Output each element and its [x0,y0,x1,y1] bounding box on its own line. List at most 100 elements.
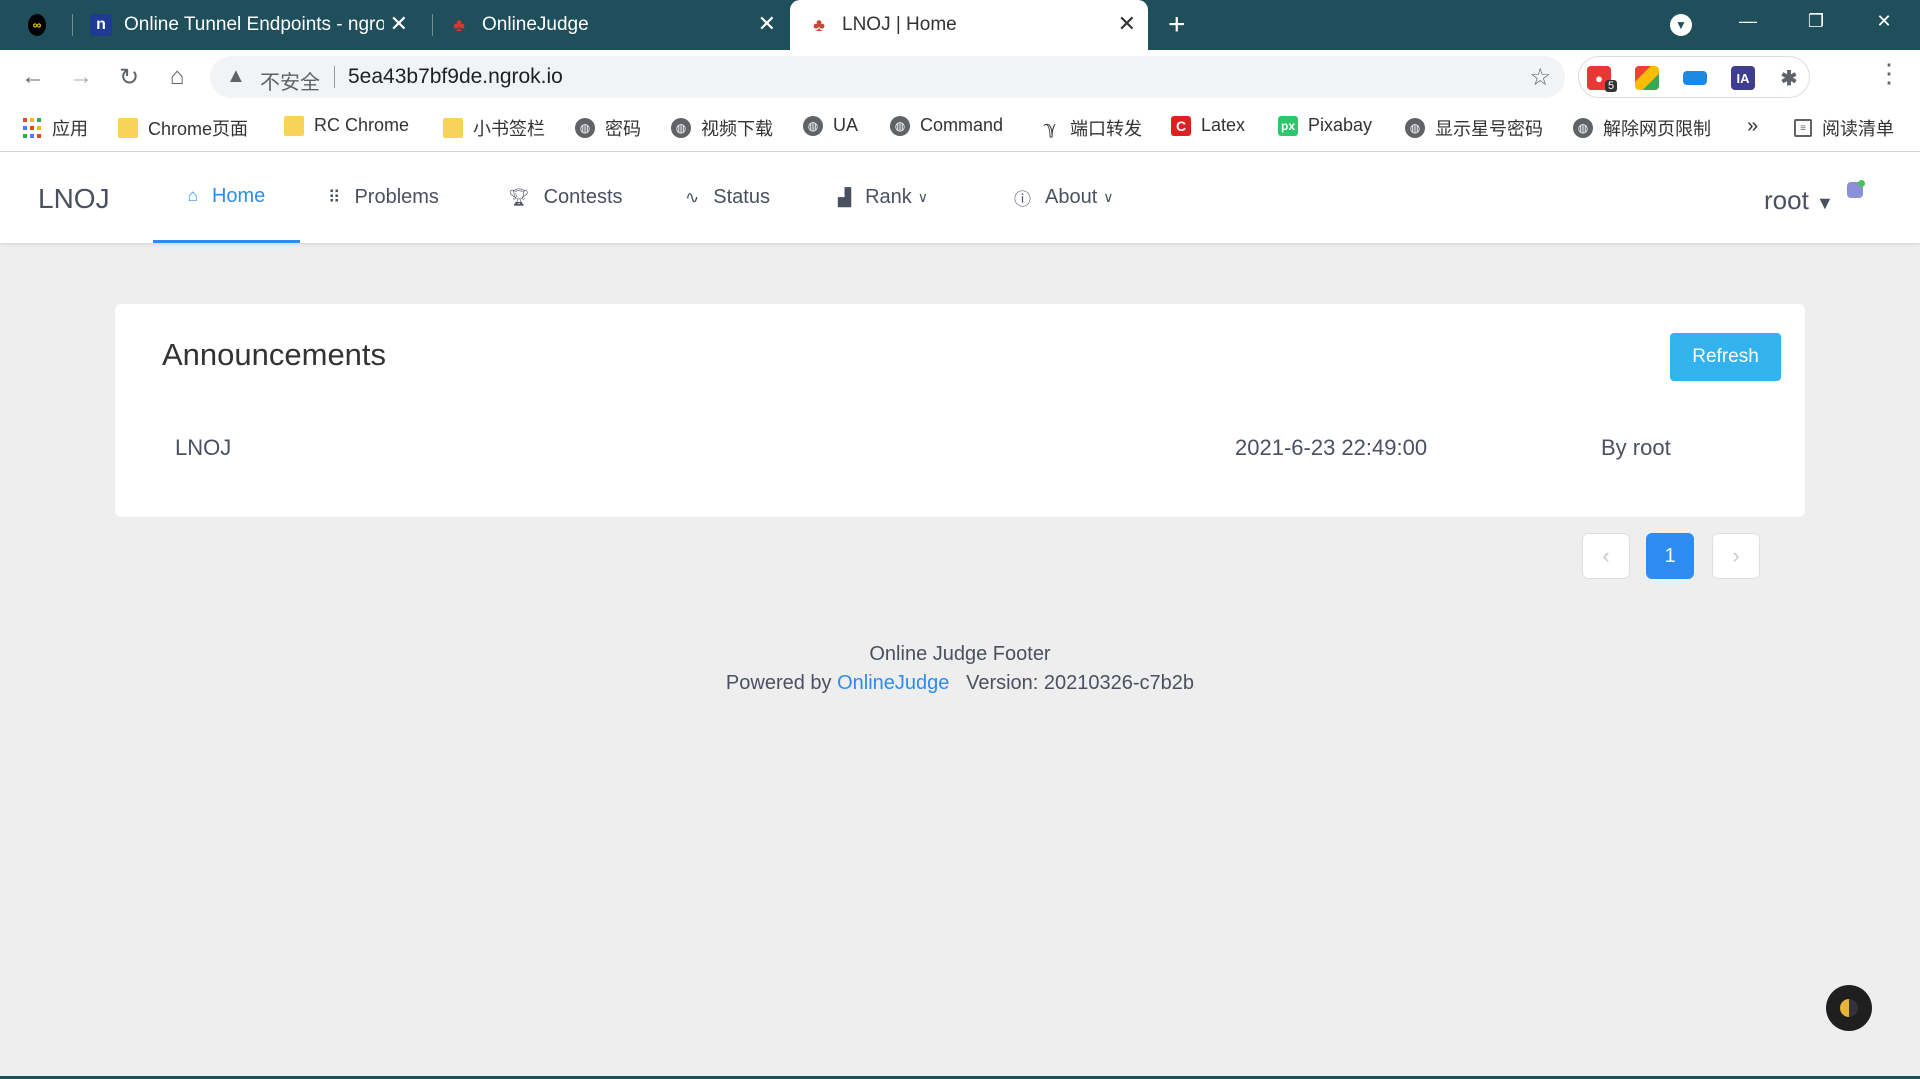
nav-about[interactable]: ⓘ About ∨ [1014,152,1114,243]
bookmark-password[interactable]: ◍ 密码 [575,115,641,141]
footer-title: Online Judge Footer [869,643,1051,665]
floating-theme-button[interactable] [1826,985,1872,1031]
bookmark-star-icon[interactable]: ☆ [1529,63,1551,92]
extension-badge: 5 [1605,80,1618,92]
announcements-card: Announcements Refresh LNOJ 2021-6-23 22:… [115,304,1805,517]
arrow-left-icon: ← [21,63,45,90]
bookmark-label: 密码 [605,119,641,139]
folder-icon [118,118,138,138]
new-tab-button[interactable]: + [1168,0,1198,50]
globe-icon: ◍ [671,118,691,138]
browser-tab-strip: ∞ n Online Tunnel Endpoints - ngrok ✕ ♣ … [0,0,1920,50]
globe-icon: ◍ [803,115,823,136]
ngrok-icon: n [90,14,112,36]
pagination-next-button[interactable]: › [1712,533,1760,579]
announcement-time: 2021-6-23 22:49:00 [1235,435,1428,460]
arrow-right-icon: → [69,63,93,90]
window-close-button[interactable]: ✕ [1854,0,1914,42]
bookmark-rc-chrome[interactable]: RC Chrome [284,115,409,136]
nav-label: Contests [543,186,623,208]
pagination-prev-button[interactable]: ‹ [1582,533,1630,579]
chevron-down-icon: ▼ [1670,14,1692,36]
url-text[interactable]: 5ea43b7bf9de.ngrok.io [348,65,563,89]
bookmark-unlock-page[interactable]: ◍ 解除网页限制 [1573,115,1711,141]
user-menu[interactable]: root ▼ [1764,185,1834,216]
pagination-page-1[interactable]: 1 [1646,533,1694,579]
reload-button[interactable]: ↻ [114,62,144,92]
bookmark-chrome-pages[interactable]: Chrome页面 [118,115,248,141]
tunnel-icon: ℽ [1043,117,1057,138]
globe-icon: ◍ [1405,118,1425,138]
nav-status[interactable]: ∿ Status [685,152,770,243]
username: root [1764,185,1809,215]
announcements-title: Announcements [162,337,387,372]
browser-toolbar: ← → ↻ ⌂ ▲ 不安全 5ea43b7bf9de.ngrok.io ☆ ● … [0,50,1920,103]
security-label[interactable]: 不安全 [260,66,320,95]
tab-close-icon[interactable]: ✕ [390,13,408,35]
home-icon: ⌂ [169,63,185,90]
bookmark-label: 端口转发 [1070,119,1142,139]
back-button[interactable]: ← [18,62,48,92]
reading-list-icon: ≡ [1794,119,1812,137]
tab-search-icon-button[interactable]: ∞ [28,0,58,50]
avatar[interactable] [1847,180,1865,198]
tab-ngrok[interactable]: n Online Tunnel Endpoints - ngrok ✕ [90,0,420,50]
bookmark-video-download[interactable]: ◍ 视频下载 [671,115,773,141]
home-button[interactable]: ⌂ [162,62,192,92]
bookmark-label: 视频下载 [701,119,773,139]
restore-button[interactable]: ❐ [1786,0,1846,42]
nav-problems[interactable]: ⠿ Problems [328,152,439,243]
extension-ia-icon[interactable]: IA [1731,66,1755,90]
announcement-title-link[interactable]: LNOJ [175,435,231,461]
tab-onlinejudge[interactable]: ♣ OnlineJudge ✕ [448,0,788,50]
bookmark-label: 应用 [52,119,88,139]
announcement-author: By root [1601,435,1671,460]
address-bar[interactable]: ▲ 不安全 5ea43b7bf9de.ngrok.io ☆ [210,56,1565,98]
tab-title: Online Tunnel Endpoints - ngrok [124,14,384,35]
tab-lnoj-home[interactable]: ♣ LNOJ | Home ✕ [790,0,1148,50]
puzzle-icon[interactable]: ✱ [1777,66,1801,90]
chevron-down-icon: ∨ [917,189,929,205]
bookmark-port-forward[interactable]: ℽ 端口转发 [1040,115,1142,141]
apps-icon [22,118,42,138]
refresh-button[interactable]: Refresh [1670,333,1781,381]
forward-button[interactable]: → [66,62,96,92]
oj-header: LNOJ ⌂ Home ⠿ Problems 🏆︎ Contests ∿ Sta… [0,152,1920,243]
bar-chart-icon: ▟ [838,187,852,207]
bookmark-label: Pixabay [1308,115,1373,135]
nav-label: Status [713,186,770,208]
onlinejudge-link[interactable]: OnlineJudge [837,672,949,694]
reading-list-button[interactable]: ≡ 阅读清单 [1794,115,1894,141]
nav-rank[interactable]: ▟ Rank ∨ [838,152,928,243]
tab-close-icon[interactable]: ✕ [1118,13,1136,35]
folder-icon [284,115,304,136]
site-logo[interactable]: LNOJ [38,183,110,215]
tab-close-icon[interactable]: ✕ [758,13,776,35]
caret-down-icon: ▼ [1816,193,1834,213]
bookmarks-overflow-button[interactable]: » [1747,115,1758,138]
bookmark-show-password[interactable]: ◍ 显示星号密码 [1405,115,1543,141]
pulse-icon: ∿ [685,187,700,207]
version-text: Version: 20210326-c7b2b [966,672,1195,694]
minimize-button[interactable]: — [1718,0,1778,42]
extension-blue-icon[interactable] [1683,71,1707,85]
latex-icon: C [1171,115,1191,136]
nav-home[interactable]: ⌂ Home [153,152,300,243]
browser-menu-button[interactable]: ⋮ [1876,60,1902,86]
bookmark-bookmarklets[interactable]: 小书签栏 [443,115,545,141]
bookmark-latex[interactable]: C Latex [1171,115,1245,136]
bookmark-pixabay[interactable]: px Pixabay [1278,115,1372,136]
globe-icon: ◍ [575,118,595,138]
bookmark-command[interactable]: ◍ Command [890,115,1003,136]
extension-chrome-icon[interactable] [1635,66,1659,90]
pixabay-icon: px [1278,115,1298,136]
bookmark-apps[interactable]: 应用 [22,115,88,141]
warning-icon: ▲ [226,65,246,87]
nav-contests[interactable]: 🏆︎ Contests [508,152,623,243]
infinity-icon: ∞ [28,14,46,36]
folder-icon [443,118,463,138]
half-moon-icon [1840,999,1858,1017]
tab-search-button[interactable]: ▼ [1670,0,1694,50]
bookmark-ua[interactable]: ◍ UA [803,115,858,136]
tab-title: OnlineJudge [482,14,589,35]
